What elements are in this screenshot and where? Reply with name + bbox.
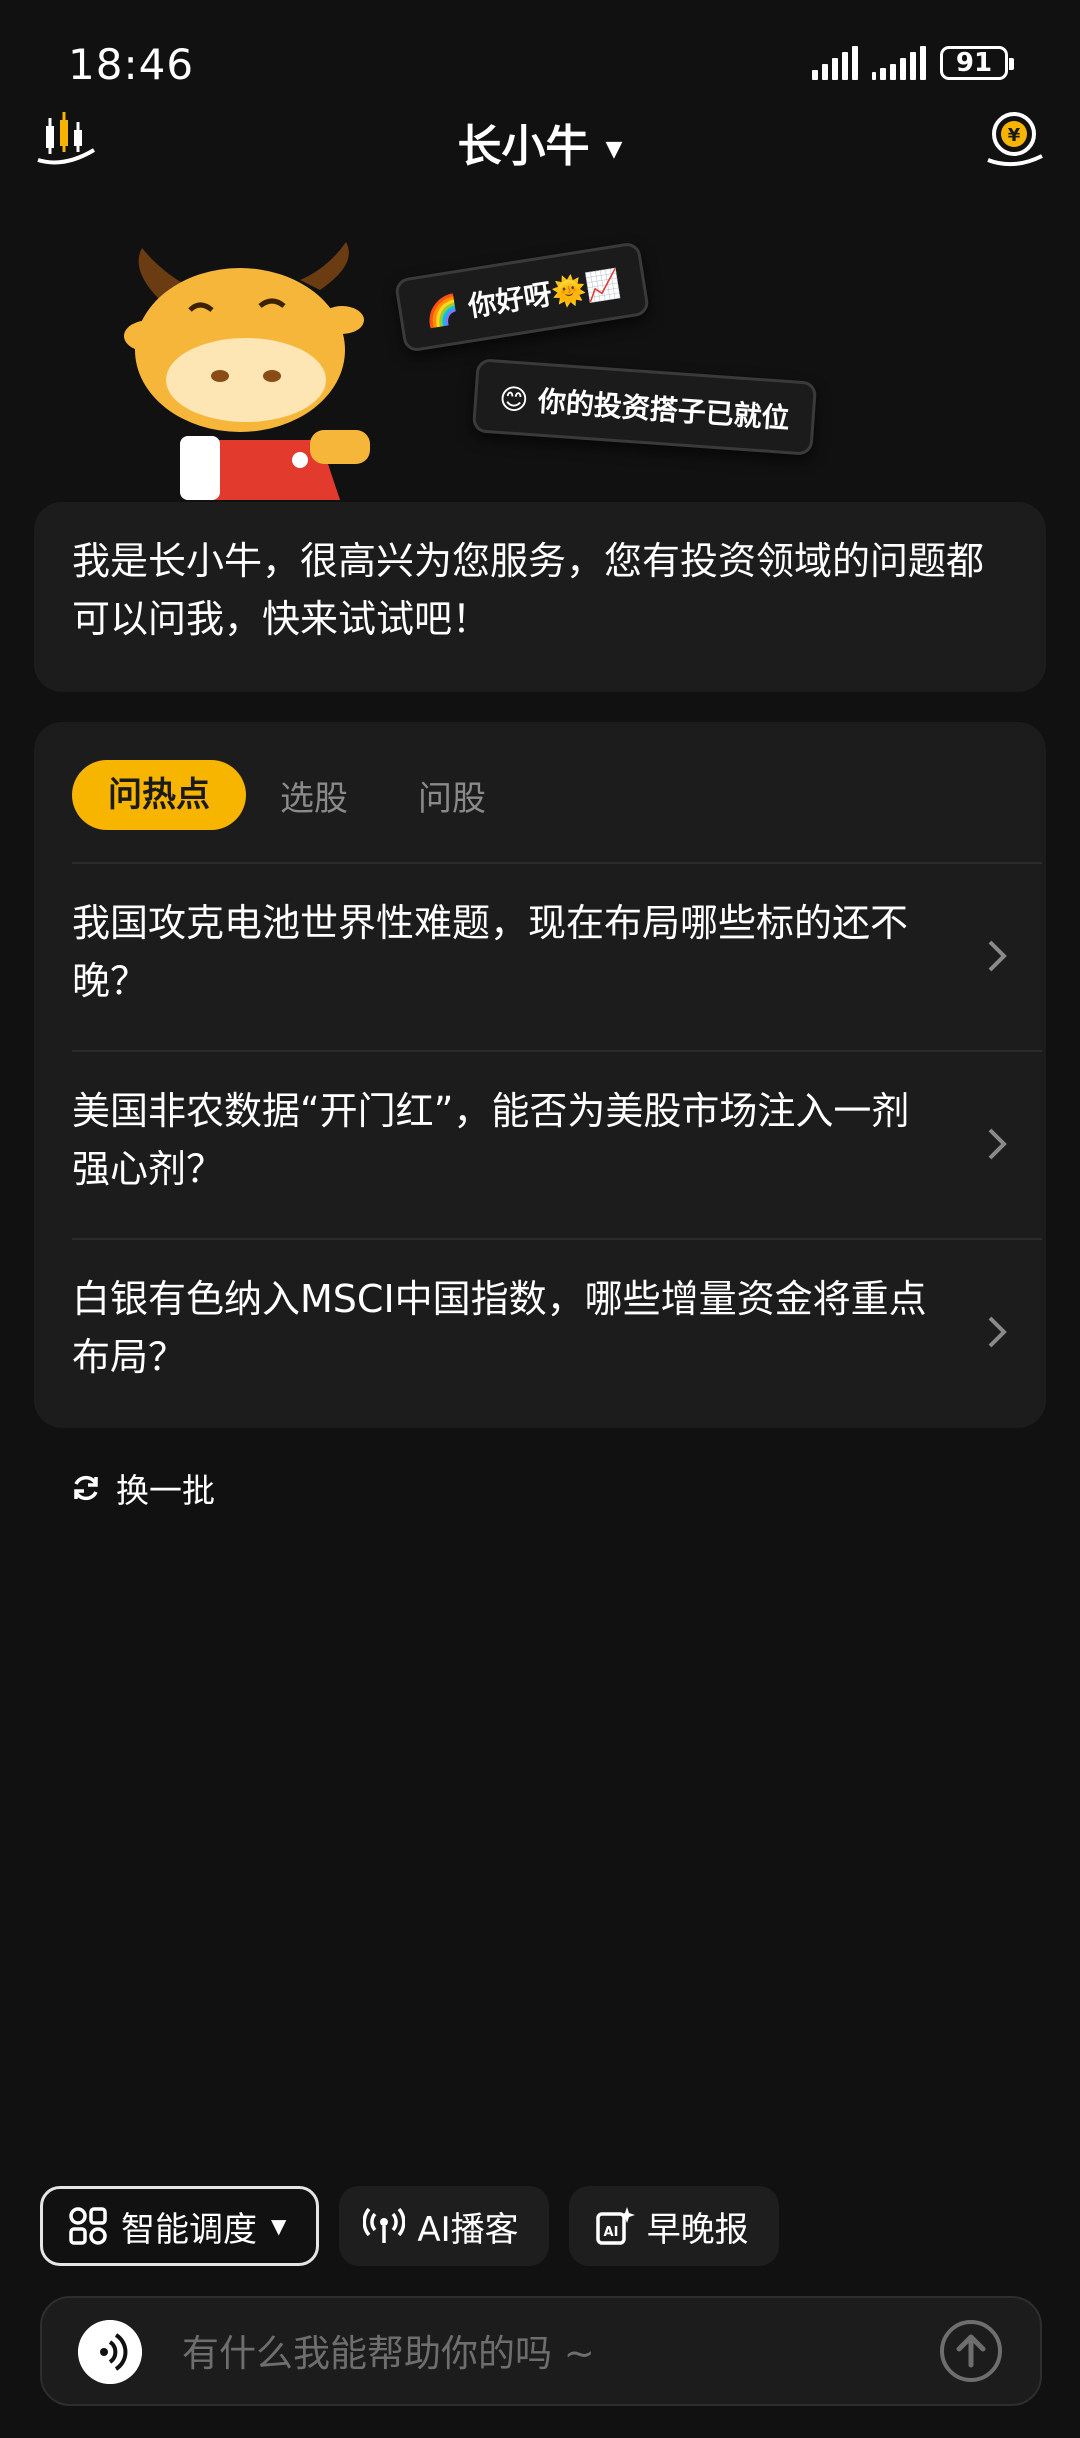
ai-report-icon: AI xyxy=(595,2207,635,2245)
question-item[interactable]: 美国非农数据“开门红”，能否为美股市场注入一剂强心剂？ xyxy=(72,1050,1042,1238)
quick-action-chips: 智能调度 ▼ AI播客 AI 早晚报 xyxy=(40,2186,799,2266)
status-indicators: 91 xyxy=(812,46,1014,80)
ready-bubble: 😊 你的投资搭子已就位 xyxy=(471,358,818,456)
dispatch-icon xyxy=(69,2207,107,2245)
signal-strength-icon xyxy=(812,46,858,80)
refresh-icon xyxy=(74,1475,98,1501)
status-bar: 18:46 91 xyxy=(0,0,1080,110)
chevron-right-icon xyxy=(988,1316,1007,1348)
signal-strength-icon-2 xyxy=(872,46,926,80)
caret-down-icon: ▼ xyxy=(271,2214,287,2238)
svg-text:AI: AI xyxy=(603,2225,618,2240)
intro-text: 我是长小牛，很高兴为您服务，您有投资领域的问题都可以问我，快来试试吧！ xyxy=(72,539,985,641)
greeting-bubble: 🌈 你好呀🌞📈 xyxy=(393,241,651,353)
topic-tabs: 问热点 选股 问股 xyxy=(72,760,556,830)
question-text: 美国非农数据“开门红”，能否为美股市场注入一剂强心剂？ xyxy=(72,1089,910,1191)
assistant-selector[interactable]: 长小牛 ▼ xyxy=(0,110,1080,174)
question-text: 我国攻克电池世界性难题，现在布局哪些标的还不晚？ xyxy=(72,901,909,1003)
caret-down-icon: ▼ xyxy=(605,136,623,162)
question-item[interactable]: 白银有色纳入MSCI中国指数，哪些增量资金将重点布局？ xyxy=(72,1238,1042,1426)
voice-input-icon[interactable] xyxy=(78,2320,142,2384)
tab-stock-picking[interactable]: 选股 xyxy=(280,771,348,820)
chat-input[interactable] xyxy=(180,2320,944,2386)
tab-hot-topics[interactable]: 问热点 xyxy=(72,760,246,830)
status-time: 18:46 xyxy=(68,40,195,89)
send-icon[interactable] xyxy=(938,2318,1004,2384)
ai-podcast-label: AI播客 xyxy=(417,2209,519,2250)
smart-dispatch-label: 智能调度 xyxy=(121,2209,257,2250)
svg-text:¥: ¥ xyxy=(1008,125,1021,146)
mascot-ox-illustration xyxy=(124,242,370,500)
topics-card: 问热点 选股 问股 我国攻克电池世界性难题，现在布局哪些标的还不晚？ 美国非农数… xyxy=(34,722,1046,1428)
battery-level: 91 xyxy=(955,48,993,78)
report-label: 早晚报 xyxy=(646,2209,749,2250)
chevron-right-icon xyxy=(988,1128,1007,1160)
yuan-coin-icon[interactable]: ¥ xyxy=(980,106,1048,174)
ai-podcast-button[interactable]: AI播客 xyxy=(339,2186,549,2266)
chat-input-bar xyxy=(40,2296,1042,2406)
chevron-right-icon xyxy=(988,940,1007,972)
battery-icon: 91 xyxy=(940,46,1014,80)
broadcast-icon xyxy=(363,2207,406,2243)
refresh-button[interactable]: 换一批 xyxy=(70,1464,215,1512)
nav-bar: 长小牛 ▼ ¥ xyxy=(0,100,1080,180)
morning-evening-report-button[interactable]: AI 早晚报 xyxy=(568,2186,779,2266)
nav-title-text: 长小牛 xyxy=(457,121,590,172)
smart-dispatch-button[interactable]: 智能调度 ▼ xyxy=(40,2186,320,2266)
question-item[interactable]: 我国攻克电池世界性难题，现在布局哪些标的还不晚？ xyxy=(72,862,1042,1050)
tab-ask-stock[interactable]: 问股 xyxy=(418,771,486,820)
intro-card: 我是长小牛，很高兴为您服务，您有投资领域的问题都可以问我，快来试试吧！ xyxy=(34,502,1046,692)
refresh-label: 换一批 xyxy=(116,1471,215,1510)
hero-banner: 🌈 你好呀🌞📈 😊 你的投资搭子已就位 xyxy=(0,220,1080,500)
question-text: 白银有色纳入MSCI中国指数，哪些增量资金将重点布局？ xyxy=(72,1277,927,1379)
